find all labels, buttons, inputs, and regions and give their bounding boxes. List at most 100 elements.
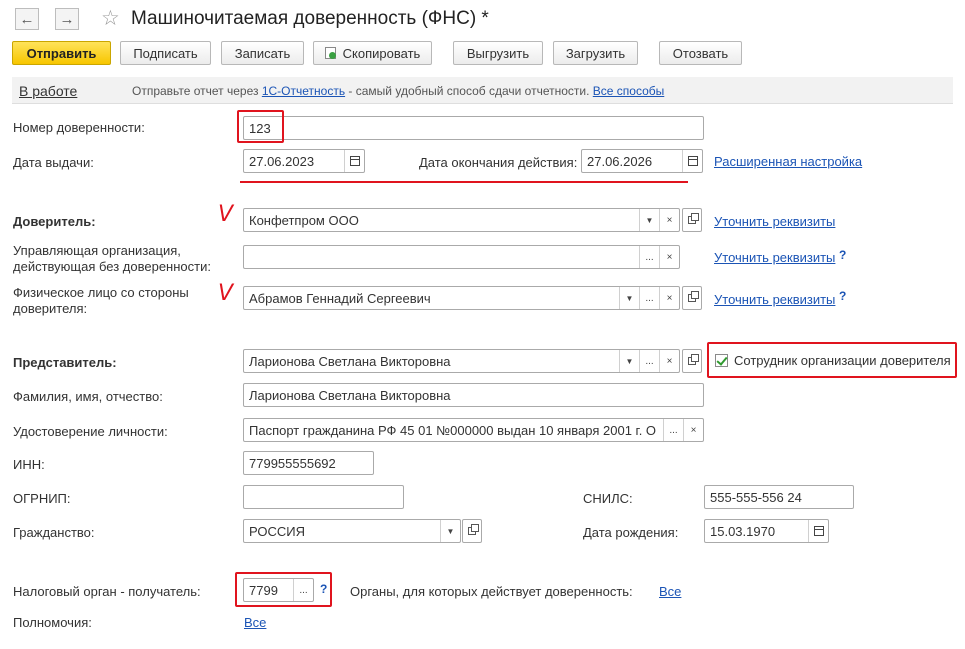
clear-icon[interactable]: ×	[659, 246, 679, 268]
sign-button[interactable]: Подписать	[120, 41, 211, 65]
inn-value: 779955555692	[249, 455, 336, 471]
managing-org-label-line1: Управляющая организация,	[13, 243, 181, 258]
snils-label: СНИЛС:	[583, 491, 633, 506]
clear-icon[interactable]: ×	[683, 419, 703, 441]
inn-label: ИНН:	[13, 457, 45, 472]
more-icon[interactable]: ...	[639, 287, 659, 309]
check-mark-annotation: V	[218, 281, 234, 306]
clear-icon[interactable]: ×	[659, 209, 679, 231]
checkbox-checked-icon[interactable]	[715, 354, 728, 367]
open-principal-button[interactable]	[682, 208, 702, 232]
principal-value: Конфетпром ООО	[249, 212, 359, 228]
powers-all-link[interactable]: Все	[244, 615, 266, 630]
individual-select[interactable]: Абрамов Геннадий Сергеевич ▼ ... ×	[243, 286, 680, 310]
dropdown-icon[interactable]: ▼	[440, 520, 460, 542]
bodies-all-link[interactable]: Все	[659, 584, 681, 599]
check-mark-annotation: V	[218, 202, 234, 227]
save-button[interactable]: Записать	[221, 41, 304, 65]
id-doc-label: Удостоверение личности:	[13, 424, 168, 439]
import-button[interactable]: Загрузить	[553, 41, 638, 65]
ogrnip-label: ОГРНИП:	[13, 491, 71, 506]
fio-input[interactable]: Ларионова Светлана Викторовна	[243, 383, 704, 407]
copy-icon	[324, 47, 336, 59]
ogrnip-input[interactable]	[243, 485, 404, 509]
issue-date-value: 27.06.2023	[249, 153, 315, 169]
individual-label-line1: Физическое лицо со стороны	[13, 285, 189, 300]
status-link[interactable]: В работе	[19, 83, 77, 99]
info-text-middle: - самый удобный способ сдачи отчетности.	[345, 84, 593, 98]
all-methods-link[interactable]: Все способы	[593, 84, 665, 98]
copy-button[interactable]: Скопировать	[313, 41, 432, 65]
managing-org-input[interactable]: ... ×	[243, 245, 680, 269]
calendar-icon[interactable]	[344, 150, 364, 172]
id-doc-value: Паспорт гражданина РФ 45 01 №000000 выда…	[249, 422, 657, 438]
end-date-value: 27.06.2026	[587, 153, 653, 169]
number-input[interactable]: 123	[243, 116, 704, 140]
send-button[interactable]: Отправить	[12, 41, 111, 65]
principal-select[interactable]: Конфетпром ООО ▼ ×	[243, 208, 680, 232]
end-date-input[interactable]: 27.06.2026	[581, 149, 703, 173]
page-title: Машиночитаемая доверенность (ФНС) *	[131, 8, 489, 29]
reporting-link[interactable]: 1С-Отчетность	[262, 84, 345, 98]
revoke-button[interactable]: Отозвать	[659, 41, 742, 65]
issue-date-input[interactable]: 27.06.2023	[243, 149, 365, 173]
open-representative-button[interactable]	[682, 349, 702, 373]
underline-annotation	[240, 181, 688, 183]
managing-org-label-line2: действующая без доверенности:	[13, 259, 211, 274]
representative-select[interactable]: Ларионова Светлана Викторовна ▼ ... ×	[243, 349, 680, 373]
dropdown-icon[interactable]: ▼	[619, 350, 639, 372]
citizenship-select[interactable]: РОССИЯ ▼	[243, 519, 461, 543]
open-citizenship-button[interactable]	[462, 519, 482, 543]
citizenship-label: Гражданство:	[13, 525, 95, 540]
representative-value: Ларионова Светлана Викторовна	[249, 353, 451, 369]
fio-label: Фамилия, имя, отчество:	[13, 389, 163, 404]
open-icon	[468, 524, 479, 535]
individual-label-line2: доверителя:	[13, 301, 88, 316]
dropdown-icon[interactable]: ▼	[619, 287, 639, 309]
more-icon[interactable]: ...	[639, 246, 659, 268]
more-icon[interactable]: ...	[639, 350, 659, 372]
inn-input[interactable]: 779955555692	[243, 451, 374, 475]
clarify-managing-org-link[interactable]: Уточнить реквизиты	[714, 250, 835, 265]
open-icon	[688, 213, 699, 224]
info-text: Отправьте отчет через 1С-Отчетность - са…	[132, 84, 664, 98]
export-button[interactable]: Выгрузить	[453, 41, 543, 65]
clear-icon[interactable]: ×	[659, 350, 679, 372]
employee-checkbox-label: Сотрудник организации доверителя	[734, 353, 951, 368]
info-bar: В работе Отправьте отчет через 1С-Отчетн…	[12, 77, 953, 104]
id-doc-input[interactable]: Паспорт гражданина РФ 45 01 №000000 выда…	[243, 418, 704, 442]
open-icon	[688, 354, 699, 365]
copy-button-label: Скопировать	[342, 45, 421, 61]
clarify-principal-link[interactable]: Уточнить реквизиты	[714, 214, 835, 229]
back-button[interactable]: ←	[15, 8, 39, 30]
highlight-box-tax-authority	[235, 572, 332, 607]
issue-date-label: Дата выдачи:	[13, 155, 94, 170]
clarify-individual-link[interactable]: Уточнить реквизиты	[714, 292, 835, 307]
principal-label: Доверитель:	[13, 214, 96, 229]
calendar-icon[interactable]	[808, 520, 828, 542]
arrow-right-icon: →	[59, 10, 75, 28]
help-icon[interactable]: ?	[320, 582, 327, 596]
snils-input[interactable]: 555-555-556 24	[704, 485, 854, 509]
arrow-left-icon: ←	[19, 10, 35, 28]
forward-button[interactable]: →	[55, 8, 79, 30]
end-date-label: Дата окончания действия:	[419, 155, 578, 170]
tax-authority-label: Налоговый орган - получатель:	[13, 584, 201, 599]
highlight-box-number	[237, 110, 284, 143]
clear-icon[interactable]: ×	[659, 287, 679, 309]
star-icon[interactable]: ☆	[101, 6, 120, 31]
birth-date-input[interactable]: 15.03.1970	[704, 519, 829, 543]
representative-label: Представитель:	[13, 355, 117, 370]
more-icon[interactable]: ...	[663, 419, 683, 441]
info-text-start: Отправьте отчет через	[132, 84, 262, 98]
calendar-icon[interactable]	[682, 150, 702, 172]
help-icon[interactable]: ?	[839, 248, 846, 262]
bodies-label: Органы, для которых действует довереннос…	[350, 584, 633, 599]
individual-value: Абрамов Геннадий Сергеевич	[249, 290, 431, 306]
employee-checkbox[interactable]: Сотрудник организации доверителя	[715, 353, 951, 368]
dropdown-icon[interactable]: ▼	[639, 209, 659, 231]
birth-date-value: 15.03.1970	[710, 523, 776, 539]
help-icon[interactable]: ?	[839, 289, 846, 303]
open-individual-button[interactable]	[682, 286, 702, 310]
advanced-settings-link[interactable]: Расширенная настройка	[714, 154, 862, 169]
